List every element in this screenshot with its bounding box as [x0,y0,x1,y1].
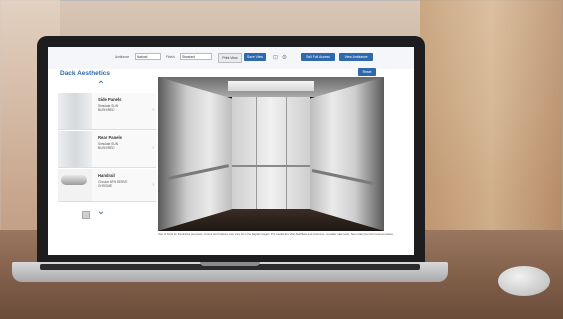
side-item-handrail[interactable]: Handrail Circular 6FN SERVE CHROME › [58,169,156,202]
right-wall [310,77,384,231]
panel-seam [286,97,287,209]
finish-label: Finish [166,55,175,59]
panel-thumbnail [58,93,92,129]
side-item-rear-panels[interactable]: Rear Panels Simulate SUN BUSH/RED › [58,131,156,168]
swatch[interactable] [82,211,90,219]
settings-icon[interactable]: ⚙ [281,53,288,61]
disclaimer-text: Use of Ambi for illustrative purposes. C… [158,232,394,236]
save-view-button[interactable]: Save View [244,53,266,61]
panel-seam [256,97,257,209]
side-item-label: Handrail [98,173,115,178]
ambiance-label: Ambiance [115,55,130,59]
share-icon[interactable]: ⊡ [272,53,279,61]
finish-select[interactable]: Standard [180,53,212,60]
print-view-button[interactable]: Print View [218,53,242,63]
back-wall [232,97,310,209]
left-wall [158,77,232,231]
ambiance-select[interactable]: Natural [135,53,161,60]
sell-full-access-button[interactable]: Sell Full Access [301,53,335,61]
chevron-right-icon: › [152,181,154,188]
panel-title: Dack Aesthetics [60,70,110,77]
side-item-side-panels[interactable]: Side Panels Simulate SUN BUSH/RED › [58,93,156,130]
side-item-description: Circular 6FN SERVE CHROME [98,180,128,188]
toolbar: Ambiance Natural Finish Standard Print V… [48,47,414,69]
handrail-thumbnail [58,169,92,201]
reset-button[interactable]: Reset [358,68,376,76]
ceiling-light [228,81,314,91]
side-item-description: Simulate SUN BUSH/RED [98,142,119,150]
side-item-label: Rear Panels [98,135,122,140]
scroll-down-chevron-icon[interactable]: ⌄ [94,207,108,217]
chevron-right-icon: › [152,107,154,114]
side-item-description: Simulate SUN BUSH/RED [98,104,119,112]
computer-mouse [498,266,550,296]
laptop-screen: Ambiance Natural Finish Standard Print V… [48,47,414,255]
background-wall-blur [420,0,563,260]
chevron-right-icon: › [152,145,154,152]
side-item-label: Side Panels [98,97,122,102]
back-handrail [232,165,310,167]
scroll-up-chevron-icon[interactable]: ⌃ [94,81,108,91]
panel-thumbnail [58,131,92,167]
view-ambiance-button[interactable]: View Ambiance [339,53,373,61]
elevator-preview[interactable] [158,77,384,231]
handrail-image [61,175,87,185]
laptop-notch [200,262,260,266]
